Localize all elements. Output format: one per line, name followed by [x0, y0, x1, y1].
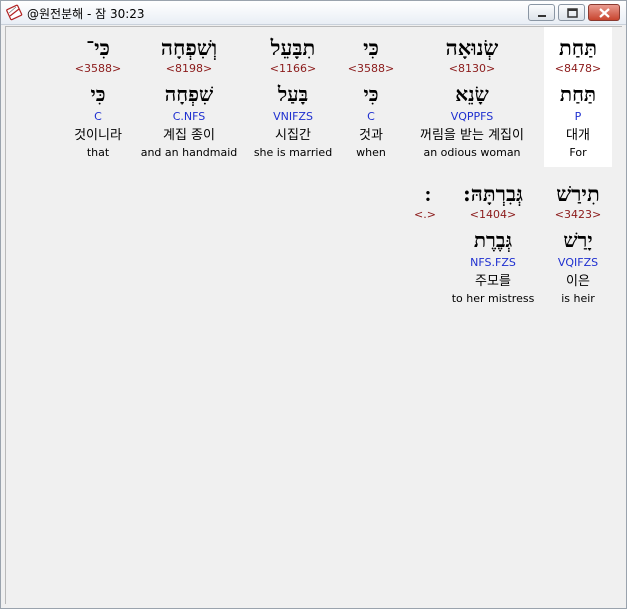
- app-book-icon[interactable]: [6, 4, 23, 21]
- minimize-button[interactable]: [528, 4, 555, 21]
- korean-gloss: 것이니라: [74, 128, 122, 143]
- hebrew-word: כִּי־: [86, 35, 110, 60]
- hebrew-word: גְּבִרְתָּהּ:: [462, 181, 523, 206]
- hebrew-word: שְׂנוּאָה: [445, 35, 499, 60]
- hebrew-word: תִירַשׁ: [556, 181, 600, 206]
- korean-gloss: 대개: [566, 128, 590, 143]
- english-gloss: an odious woman: [423, 146, 521, 159]
- close-icon: [599, 8, 610, 18]
- word-analysis-panel[interactable]: תַּחַת <8478> תַּחַת P 대개 For שְׂנוּאָה …: [5, 26, 622, 604]
- morphology-code: C.NFS: [172, 110, 206, 123]
- hebrew-lemma: כִּי: [363, 82, 379, 106]
- hebrew-word: תַּחַת: [558, 35, 598, 60]
- korean-gloss: 주모를: [475, 274, 511, 289]
- hebrew-lemma: תַּחַת: [559, 82, 597, 106]
- hebrew-lemma: בָּעַל: [277, 82, 309, 106]
- hebrew-lemma: שִׁפְחָה: [164, 82, 214, 106]
- hebrew-lemma: יָרַשׁ: [563, 228, 593, 252]
- morphology-code: C: [94, 110, 102, 123]
- korean-gloss: 것과: [359, 128, 383, 143]
- morphology-code: VQPPFS: [450, 110, 494, 123]
- korean-gloss: 계집 종이: [163, 128, 215, 143]
- strong-number: <8130>: [448, 62, 496, 75]
- app-window: @원전분해 - 잠 30:23 תַּחַת <8478> תַּחַת P 대…: [0, 0, 627, 609]
- korean-gloss: 이은: [566, 274, 590, 289]
- word-cell-8[interactable]: גְּבִרְתָּהּ: <1404> גְּבֶרֶת NFS.FZS 주모…: [442, 173, 544, 313]
- english-gloss: she is married: [253, 146, 333, 159]
- morphology-code: P: [574, 110, 582, 123]
- close-button[interactable]: [588, 4, 620, 21]
- word-cell-2[interactable]: שְׂנוּאָה <8130> שָׂנֵא VQPPFS 꺼림을 받는 계집…: [400, 27, 544, 167]
- hebrew-word: ׃: [408, 181, 442, 207]
- strong-number: <8198>: [165, 62, 213, 75]
- korean-gloss: 시집간: [275, 128, 311, 143]
- morphology-code: NFS.FZS: [470, 256, 516, 269]
- strong-number: <.>: [414, 208, 436, 221]
- english-gloss: when: [356, 146, 386, 159]
- hebrew-lemma: גְּבֶרֶת: [473, 228, 513, 252]
- title-bar[interactable]: @원전분해 - 잠 30:23: [1, 1, 626, 25]
- strong-number: <1404>: [469, 208, 517, 221]
- english-gloss: and an handmaid: [140, 146, 238, 159]
- morphology-code: VQIFZS: [557, 256, 599, 269]
- english-gloss: For: [569, 146, 587, 159]
- morphology-code: C: [367, 110, 375, 123]
- korean-gloss: 꺼림을 받는 계집이: [420, 128, 524, 143]
- word-cell-6[interactable]: כִּי־ <3588> כִּי C 것이니라 that: [62, 27, 134, 167]
- word-cell-1[interactable]: תַּחַת <8478> תַּחַת P 대개 For: [544, 27, 612, 167]
- maximize-icon: [567, 8, 578, 18]
- strong-number: <3588>: [347, 62, 395, 75]
- english-gloss: to her mistress: [451, 292, 535, 305]
- english-gloss: is heir: [561, 292, 595, 305]
- hebrew-word: וְשִׁפְחָה: [160, 35, 218, 60]
- strong-number: <3588>: [74, 62, 122, 75]
- word-cell-9[interactable]: ׃ <.>: [408, 173, 442, 313]
- minimize-icon: [538, 15, 546, 17]
- strong-number: <8478>: [554, 62, 602, 75]
- hebrew-word: כִּי: [363, 35, 379, 60]
- window-title: @원전분해 - 잠 30:23: [27, 7, 145, 21]
- word-cell-3[interactable]: כִּי <3588> כִּי C 것과 when: [342, 27, 400, 167]
- english-gloss: that: [86, 146, 110, 159]
- strong-number: <1166>: [269, 62, 317, 75]
- word-cell-7[interactable]: תִירַשׁ <3423> יָרַשׁ VQIFZS 이은 is heir: [544, 173, 612, 313]
- word-cell-5[interactable]: וְשִׁפְחָה <8198> שִׁפְחָה C.NFS 계집 종이 a…: [134, 27, 244, 167]
- strong-number: <3423>: [554, 208, 602, 221]
- hebrew-lemma: כִּי: [90, 82, 106, 106]
- maximize-button[interactable]: [558, 4, 585, 21]
- morphology-code: VNIFZS: [273, 110, 313, 123]
- hebrew-lemma: שָׂנֵא: [455, 82, 489, 106]
- word-cell-4[interactable]: תִבָּעֵל <1166> בָּעַל VNIFZS 시집간 she is…: [244, 27, 342, 167]
- hebrew-word: תִבָּעֵל: [270, 35, 316, 60]
